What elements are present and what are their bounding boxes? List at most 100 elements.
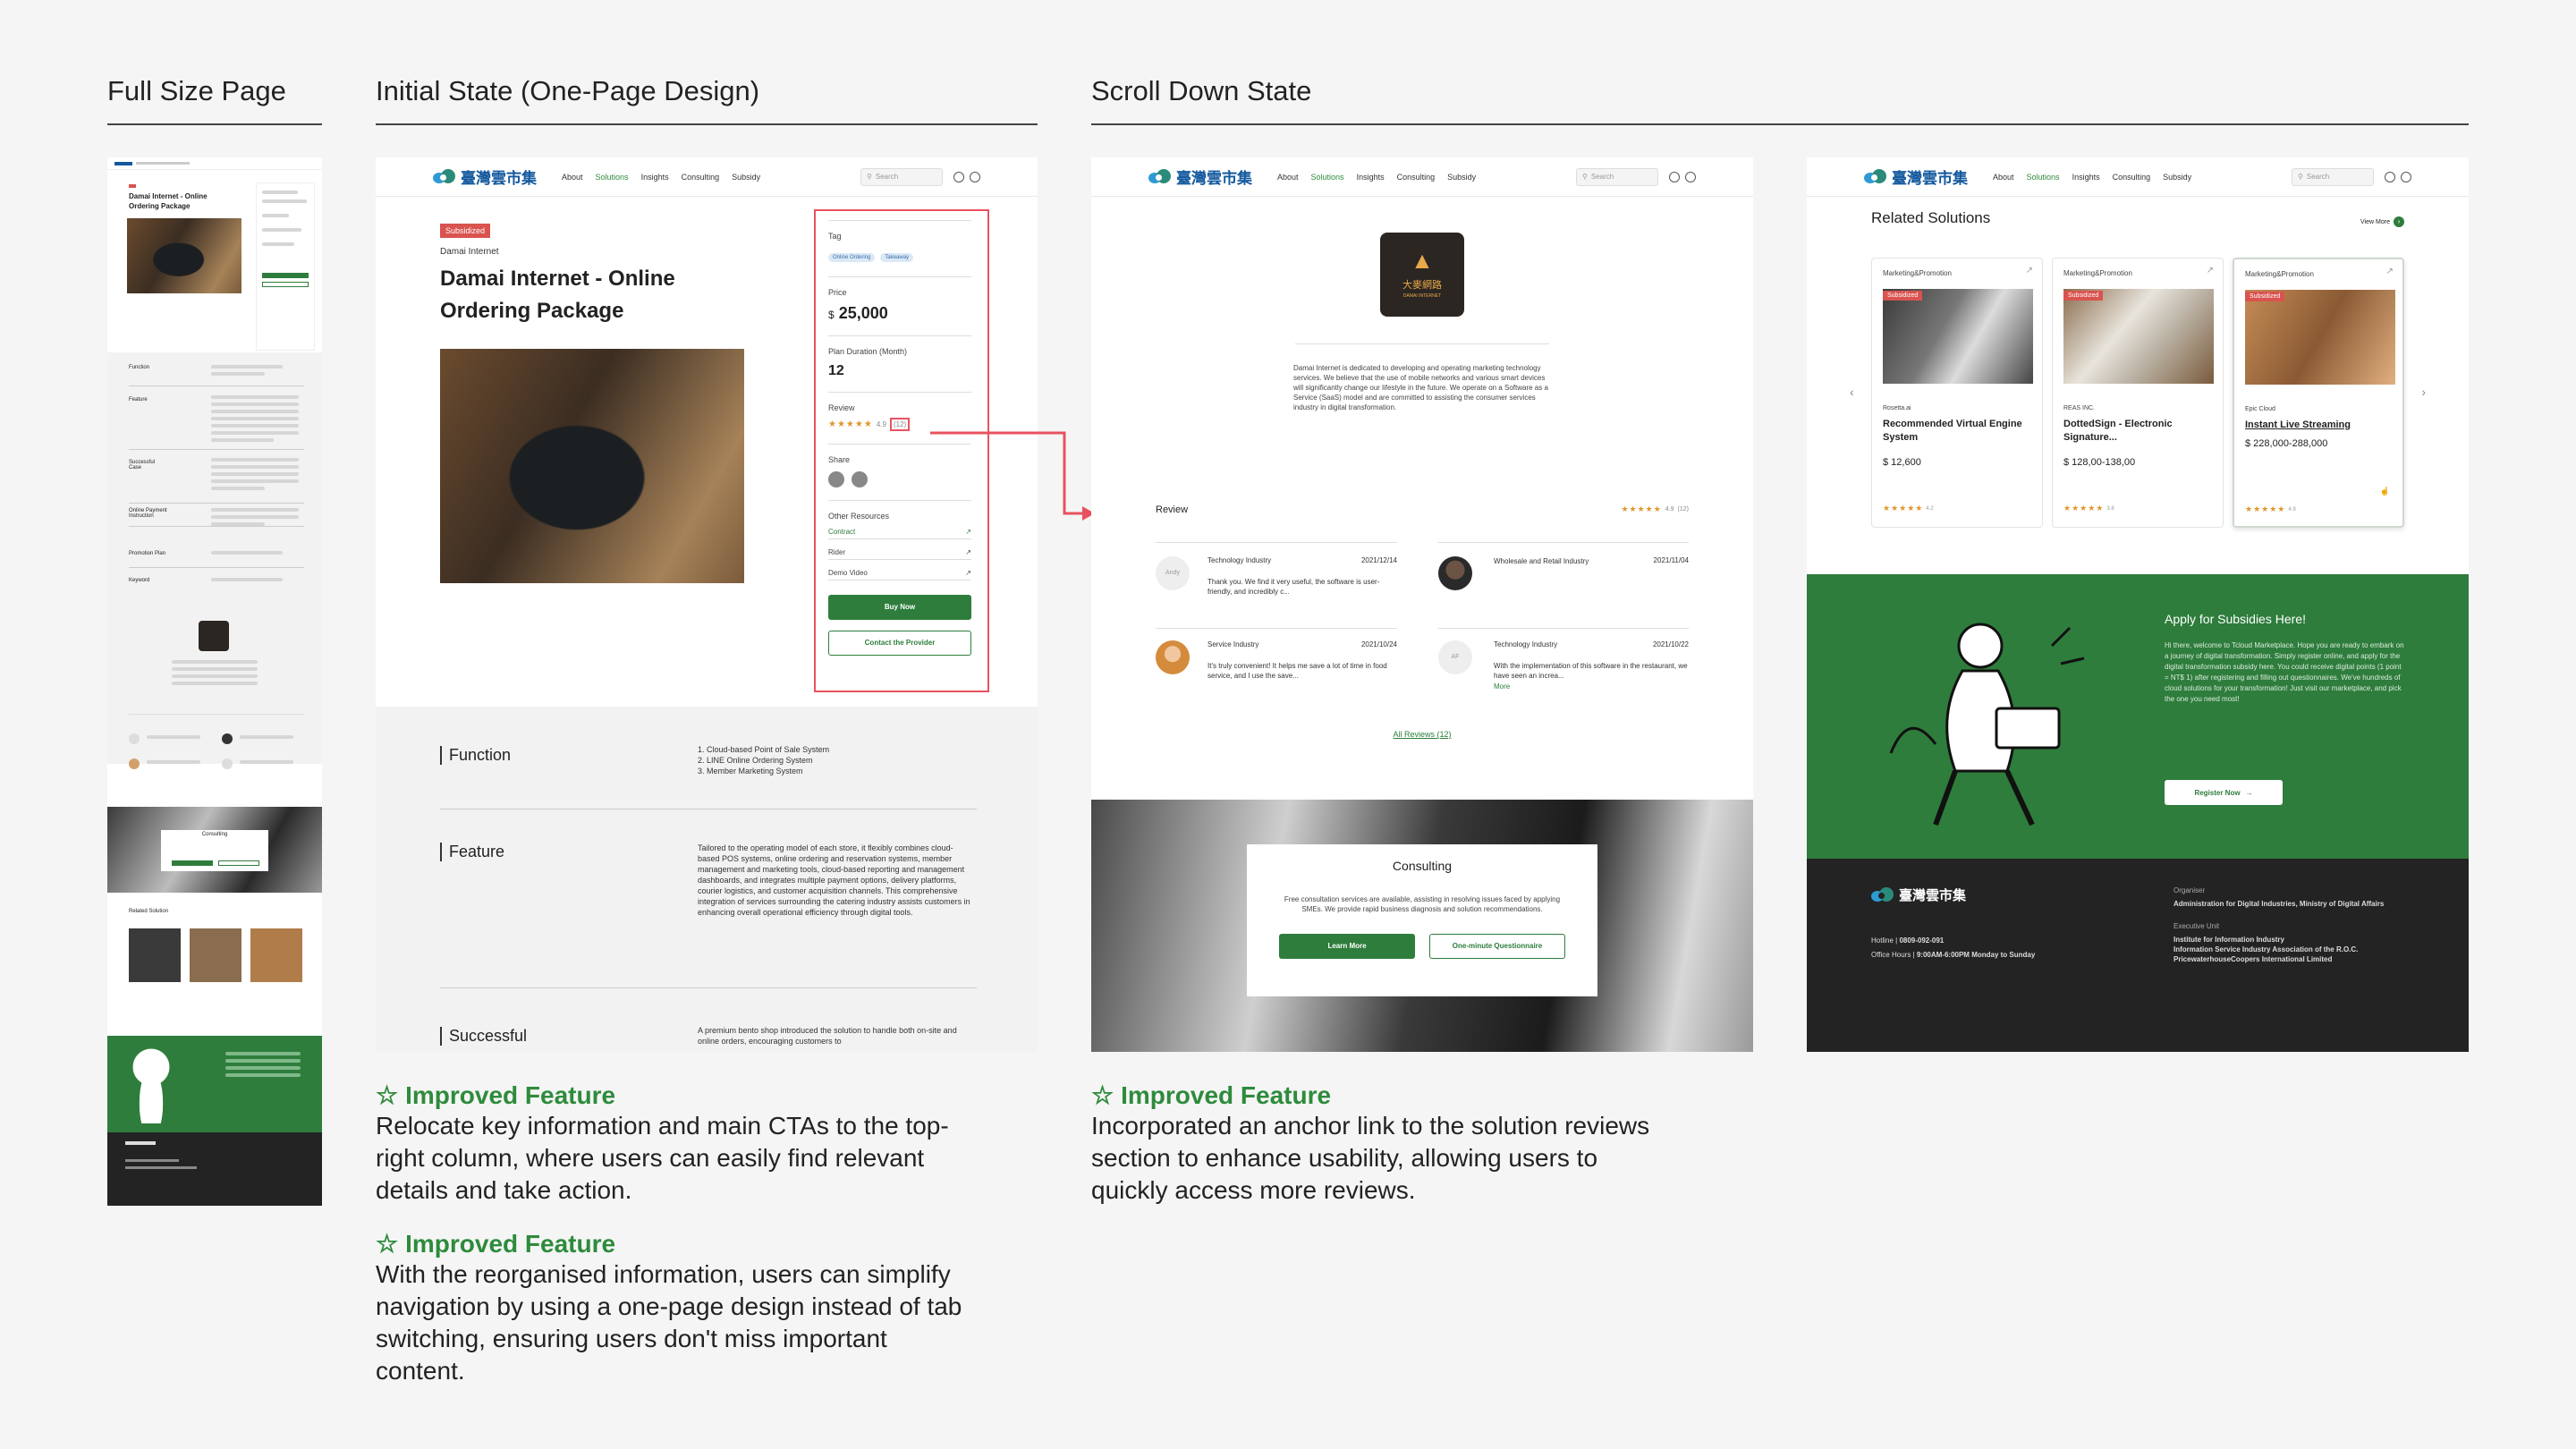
function-item-0: 1. Cloud-based Point of Sale System: [698, 745, 830, 754]
consulting-card: Consulting Free consultation services ar…: [1247, 844, 1597, 996]
review-score: 4.9: [1665, 506, 1674, 513]
search-input[interactable]: ⚲ Search: [860, 167, 943, 186]
carousel-next-icon[interactable]: ›: [2421, 385, 2426, 399]
globe-icon[interactable]: [970, 171, 980, 182]
register-now-button[interactable]: Register Now →: [2165, 780, 2283, 805]
nav-link-consulting[interactable]: Consulting: [682, 173, 720, 182]
star-rating-icon: ★★★★★: [1621, 504, 1662, 513]
mini-label-3: Online Payment Instruction: [129, 508, 167, 519]
organiser-value: Administration for Digital Industries, M…: [2174, 900, 2385, 908]
carousel-prev-icon[interactable]: ‹: [1850, 385, 1854, 399]
nav-link-insights[interactable]: Insights: [641, 173, 669, 182]
heading-scroll-state: Scroll Down State: [1091, 75, 2469, 125]
hours-label: Office Hours: [1871, 951, 1911, 959]
arrow-right-icon: ›: [2394, 216, 2404, 227]
scroll-state-panel-reviews: 臺灣雲市集 About Solutions Insights Consultin…: [1091, 157, 1753, 1052]
all-reviews-link[interactable]: All Reviews (12): [1091, 730, 1753, 739]
vendor-logo: ▲ 大麥網路 DAMAI INTERNET: [1380, 233, 1464, 317]
review-item: Technology Industry 2021/10/22 With the i…: [1494, 640, 1689, 691]
nav-link-consulting[interactable]: Consulting: [1397, 173, 1436, 182]
brand-logo[interactable]: 臺灣雲市集: [1864, 165, 1968, 188]
tag-chip-0[interactable]: Online Ordering: [828, 253, 876, 262]
subsidy-title: Apply for Subsidies Here!: [2165, 612, 2306, 626]
learn-more-button[interactable]: Learn More: [1279, 934, 1415, 959]
successful-label: Successful: [440, 1027, 527, 1046]
questionnaire-button[interactable]: One-minute Questionnaire: [1429, 934, 1565, 959]
consulting-text: Free consultation services are available…: [1284, 895, 1561, 913]
nav-link-solutions[interactable]: Solutions: [2027, 173, 2060, 182]
product-vendor: Damai Internet: [440, 247, 499, 257]
nav-link-solutions[interactable]: Solutions: [1311, 173, 1344, 182]
organiser-label: Organiser: [2174, 886, 2206, 894]
facebook-icon[interactable]: [828, 471, 844, 487]
reviewer-avatar: [1156, 640, 1190, 674]
top-nav: 臺灣雲市集 About Solutions Insights Consultin…: [376, 157, 1038, 197]
subsidy-text: Hi there, welcome to Tcloud Marketplace.…: [2165, 641, 2404, 703]
hotline-value: 0809-092-091: [1899, 936, 1945, 945]
mini-label-0: Function: [129, 365, 150, 370]
external-link-icon: ↗: [965, 548, 971, 556]
review-heading: Review: [1156, 504, 1189, 515]
review-more-link[interactable]: More: [1494, 682, 1689, 691]
nav-link-about[interactable]: About: [562, 173, 583, 182]
mini-consulting: Consulting: [201, 832, 228, 837]
brand-logo[interactable]: 臺灣雲市集: [1148, 165, 1252, 188]
external-link-icon: ↗: [2025, 266, 2033, 275]
view-more-link[interactable]: View More ›: [2360, 216, 2404, 227]
related-card[interactable]: Marketing&Promotion ↗ Subsidized REAS IN…: [2052, 258, 2224, 528]
heading-full-size: Full Size Page: [107, 75, 322, 125]
mini-title: Damai Internet - Online Ordering Package: [129, 192, 208, 210]
function-label: Function: [440, 746, 511, 765]
globe-icon[interactable]: [2401, 171, 2411, 182]
search-icon: ⚲: [1582, 173, 1588, 181]
tag-chip-1[interactable]: Takeaway: [880, 253, 914, 262]
star-outline-icon: ☆: [376, 1230, 399, 1258]
resource-rider[interactable]: Rider ↗: [828, 548, 971, 560]
user-icon[interactable]: [1669, 171, 1680, 182]
review-item: Wholesale and Retail Industry 2021/11/04: [1494, 556, 1689, 565]
review-count: (12): [1677, 506, 1689, 513]
duration-label: Plan Duration (Month): [828, 347, 908, 356]
resource-demo-video[interactable]: Demo Video ↗: [828, 569, 971, 580]
external-link-icon: ↗: [965, 569, 971, 577]
nav-link-solutions[interactable]: Solutions: [596, 173, 629, 182]
executive-0: Institute for Information Industry: [2174, 936, 2284, 944]
nav-link-subsidy[interactable]: Subsidy: [732, 173, 760, 182]
successful-text: A premium bento shop introduced the solu…: [698, 1026, 957, 1046]
nav-link-about[interactable]: About: [1993, 173, 2014, 182]
cloud-logo-icon: [1871, 887, 1894, 902]
nav-link-insights[interactable]: Insights: [2072, 173, 2100, 182]
nav-link-insights[interactable]: Insights: [1357, 173, 1385, 182]
review-item: Service Industry 2021/10/24 It's truly co…: [1208, 640, 1397, 680]
nav-link-consulting[interactable]: Consulting: [2113, 173, 2151, 182]
note-block-2: ☆ Improved Feature Incorporated an anchor…: [1091, 1080, 1650, 1205]
star-rating-icon: ★★★★★: [1883, 504, 1924, 513]
footer-brand: 臺灣雲市集: [1871, 886, 1966, 904]
mini-label-1: Feature: [129, 397, 148, 402]
nav-link-subsidy[interactable]: Subsidy: [1447, 173, 1476, 182]
anchor-link-arrow: [930, 431, 1095, 521]
contact-provider-button[interactable]: Contact the Provider: [828, 631, 971, 656]
globe-icon[interactable]: [1685, 171, 1696, 182]
search-input[interactable]: ⚲ Search: [2292, 167, 2374, 186]
related-card[interactable]: Marketing&Promotion ↗ Subsidized Epic Cl…: [2233, 258, 2404, 528]
review-item: Technology Industry 2021/12/14 Thank you.…: [1208, 556, 1397, 596]
details-section: Function 1. Cloud-based Point of Sale Sy…: [376, 707, 1038, 1052]
cloud-logo-icon: [1148, 169, 1172, 184]
cloud-logo-icon: [433, 169, 456, 184]
user-icon[interactable]: [2385, 171, 2395, 182]
related-heading: Related Solutions: [1871, 209, 1991, 226]
review-count-anchor[interactable]: (12): [889, 418, 911, 431]
line-icon[interactable]: [852, 471, 868, 487]
nav-link-about[interactable]: About: [1277, 173, 1299, 182]
top-nav: 臺灣雲市集 About Solutions Insights Consultin…: [1807, 157, 2469, 197]
nav-link-subsidy[interactable]: Subsidy: [2163, 173, 2191, 182]
resource-contract[interactable]: Contract ↗: [828, 528, 971, 539]
buy-now-button[interactable]: Buy Now: [828, 595, 971, 620]
related-card[interactable]: Marketing&Promotion ↗ Subsidized Rosetta…: [1871, 258, 2043, 528]
brand-logo[interactable]: 臺灣雲市集: [433, 165, 537, 188]
user-icon[interactable]: [953, 171, 964, 182]
search-input[interactable]: ⚲ Search: [1576, 167, 1658, 186]
subsidized-badge: Subsidized: [440, 224, 491, 238]
cursor-icon: ☝: [2379, 487, 2390, 496]
